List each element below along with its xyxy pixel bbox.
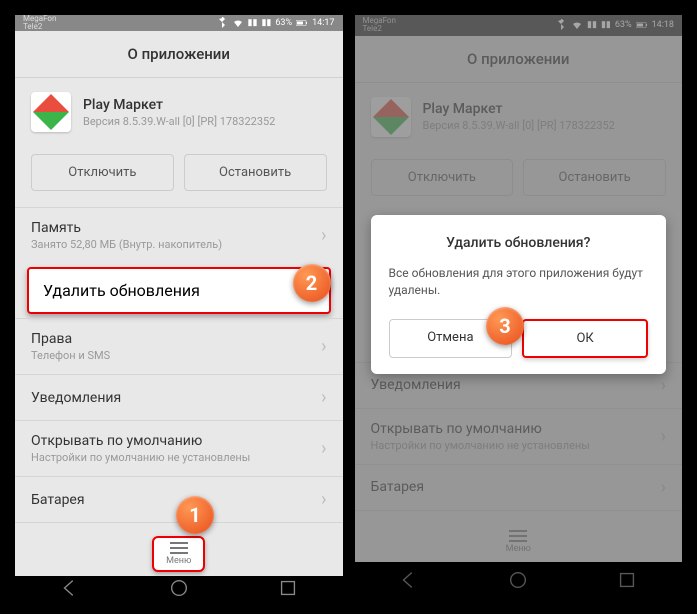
- memory-label: Память: [31, 220, 222, 236]
- nav-back-icon[interactable]: [59, 577, 81, 599]
- ok-button[interactable]: ОК: [522, 319, 648, 358]
- dialog-message: Все обновления для этого приложения буду…: [389, 265, 649, 299]
- stop-button[interactable]: Остановить: [184, 154, 327, 191]
- carriers: MegaFon Tele2: [23, 15, 56, 31]
- memory-item[interactable]: Память Занято 52,80 МБ (Внутр. накопител…: [15, 207, 343, 263]
- nav-home-icon[interactable]: [168, 577, 190, 599]
- app-info-row: Play Маркет Версия 8.5.39.W-all [0] [PR]…: [15, 78, 343, 146]
- phone-left: MegaFon Tele2 ▮▮ ▮▮ 63% 14:17 О приложен…: [15, 15, 343, 599]
- status-icons: ▮▮ ▮▮ 63% 14:17: [216, 17, 335, 29]
- status-bar: MegaFon Tele2 ▮▮ ▮▮ 63% 14:17: [15, 15, 343, 31]
- chevron-right-icon: ›: [321, 336, 326, 357]
- dialog-title: Удалить обновления?: [389, 235, 649, 251]
- uninstall-updates-item[interactable]: Удалить обновления 2: [27, 267, 331, 314]
- app-version: Версия 8.5.39.W-all [0] [PR] 178322352: [83, 115, 275, 128]
- play-store-icon: [31, 92, 71, 132]
- hamburger-icon: [170, 542, 188, 554]
- battery-icon: [296, 17, 308, 29]
- permissions-sub: Телефон и SMS: [31, 349, 110, 362]
- nav-bar: [15, 576, 343, 599]
- permissions-item[interactable]: Права Телефон и SMS ›: [15, 318, 343, 374]
- open-default-label: Открывать по умолчанию: [31, 433, 250, 449]
- settings-list: Память Занято 52,80 МБ (Внутр. накопител…: [15, 207, 343, 523]
- bluetooth-icon: [216, 17, 228, 29]
- notifications-label: Уведомления: [31, 390, 121, 406]
- memory-sub: Занято 52,80 МБ (Внутр. накопитель): [31, 238, 222, 251]
- signal-icon-2: ▮▮: [261, 18, 271, 28]
- menu-button[interactable]: Меню: [152, 536, 205, 572]
- wifi-icon: [232, 17, 244, 29]
- chevron-right-icon: ›: [321, 387, 326, 408]
- battery-label: Батарея: [31, 492, 85, 508]
- disable-button[interactable]: Отключить: [31, 154, 174, 191]
- step-badge-3: 3: [486, 307, 524, 345]
- uninstall-updates-label: Удалить обновления: [43, 281, 200, 300]
- chevron-right-icon: ›: [321, 489, 326, 510]
- carrier-2: Tele2: [23, 23, 56, 31]
- bottom-bar: Меню 1: [15, 523, 343, 576]
- notifications-item[interactable]: Уведомления ›: [15, 374, 343, 420]
- signal-icon: ▮▮: [248, 18, 258, 28]
- page-title: О приложении: [15, 31, 343, 78]
- chevron-right-icon: ›: [321, 438, 326, 459]
- phone-right: MegaFon Tele2 ▮▮ ▮▮ 63% 14:18 О приложен…: [355, 15, 683, 599]
- chevron-right-icon: ›: [321, 225, 326, 246]
- action-buttons: Отключить Остановить: [15, 146, 343, 207]
- time: 14:17: [312, 18, 334, 28]
- menu-label: Меню: [166, 556, 191, 566]
- battery-pct: 63%: [275, 18, 292, 28]
- open-default-item[interactable]: Открывать по умолчанию Настройки по умол…: [15, 420, 343, 476]
- app-name: Play Маркет: [83, 97, 275, 113]
- confirm-dialog: Удалить обновления? Все обновления для э…: [371, 215, 667, 374]
- nav-recent-icon[interactable]: [277, 577, 299, 599]
- open-default-sub: Настройки по умолчанию не установлены: [31, 451, 250, 464]
- permissions-label: Права: [31, 331, 110, 347]
- step-badge-1: 1: [176, 496, 214, 534]
- step-badge-2: 2: [293, 264, 331, 302]
